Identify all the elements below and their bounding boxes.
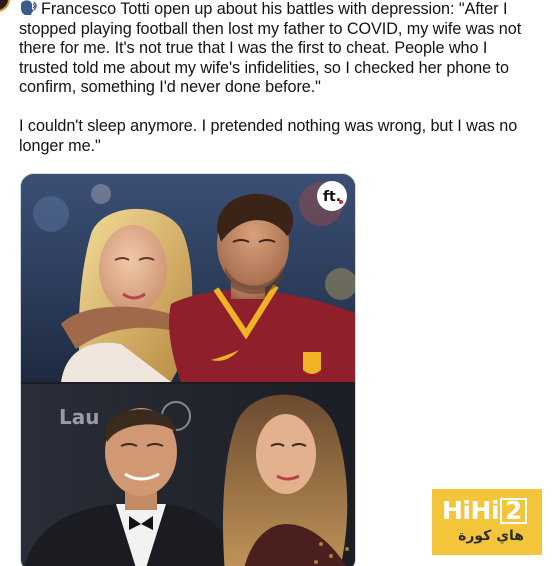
ft-logo-text: ft. [323, 189, 341, 205]
tweet-paragraph-2: I couldn't sleep anymore. I pretended no… [19, 116, 522, 155]
photo-bottom: Lau [21, 384, 355, 566]
author-avatar[interactable] [0, 0, 10, 12]
photo-top: ft. [21, 174, 355, 382]
hihi2-watermark: HiHi 2 هاي كورة [432, 489, 542, 555]
watermark-arabic-text: هاي كورة [458, 528, 524, 544]
speaking-head-icon [21, 0, 37, 15]
tweet-media[interactable]: ft. Lau [20, 173, 356, 566]
tweet-text: Francesco Totti open up about his battle… [19, 0, 539, 156]
watermark-boxed-number: 2 [499, 498, 527, 524]
roma-crest-icon [303, 352, 321, 374]
watermark-logo: HiHi 2 [442, 498, 527, 524]
tweet-paragraph-1: Francesco Totti open up about his battle… [19, 0, 539, 98]
tweet-paragraph-1-text: Francesco Totti open up about his battle… [19, 0, 526, 97]
watermark-latin-text: HiHi [442, 496, 499, 525]
laureus-backdrop-text: Lau [59, 405, 99, 429]
